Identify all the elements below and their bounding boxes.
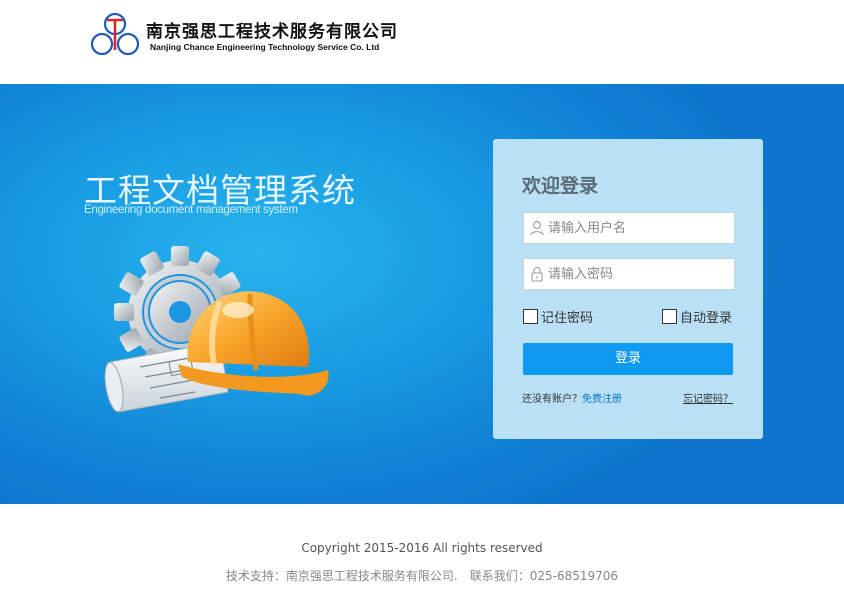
auto-login-checkbox[interactable]: 自动登录 bbox=[662, 307, 732, 326]
support-text: 技术支持：南京强思工程技术服务有限公司. bbox=[225, 569, 458, 583]
user-icon bbox=[530, 221, 544, 236]
password-field[interactable] bbox=[523, 258, 735, 290]
page-header: 南京强思工程技术服务有限公司 Nanjing Chance Engineerin… bbox=[0, 0, 844, 84]
no-account-text: 还没有账户？ bbox=[522, 394, 582, 405]
system-subtitle: Engineering document management system bbox=[84, 204, 298, 216]
register-link[interactable]: 免费注册 bbox=[582, 394, 622, 405]
password-input[interactable] bbox=[548, 259, 732, 289]
company-name-en: Nanjing Chance Engineering Technology Se… bbox=[150, 42, 380, 52]
remember-password-label: 记住密码 bbox=[541, 311, 594, 326]
auto-login-label: 自动登录 bbox=[680, 311, 733, 326]
login-button[interactable]: 登录 bbox=[523, 343, 733, 375]
lock-icon bbox=[531, 267, 543, 282]
username-input[interactable] bbox=[548, 213, 732, 243]
contact-text: 联系我们：025-68519706 bbox=[469, 569, 619, 583]
footer-support: 技术支持：南京强思工程技术服务有限公司. 联系我们：025-68519706 bbox=[0, 567, 844, 584]
company-logo-icon bbox=[90, 12, 140, 56]
engineering-illustration-icon bbox=[104, 246, 329, 413]
username-field[interactable] bbox=[523, 212, 735, 244]
register-prompt: 还没有账户？免费注册 bbox=[522, 390, 622, 405]
login-panel: 欢迎登录 记住密码 自动登录 登录 还没有账户？免费注 bbox=[493, 139, 763, 439]
auto-login-box[interactable] bbox=[662, 309, 677, 324]
remember-password-box[interactable] bbox=[523, 309, 538, 324]
forgot-password-link[interactable]: 忘记密码？ bbox=[683, 390, 733, 405]
remember-password-checkbox[interactable]: 记住密码 bbox=[523, 307, 593, 326]
login-welcome-title: 欢迎登录 bbox=[522, 175, 599, 197]
hero-banner: 工程文档管理系统 Engineering document management… bbox=[0, 84, 844, 504]
company-name-cn: 南京强思工程技术服务有限公司 bbox=[146, 22, 398, 42]
copyright-text: Copyright 2015-2016 All rights reserved bbox=[301, 541, 543, 555]
